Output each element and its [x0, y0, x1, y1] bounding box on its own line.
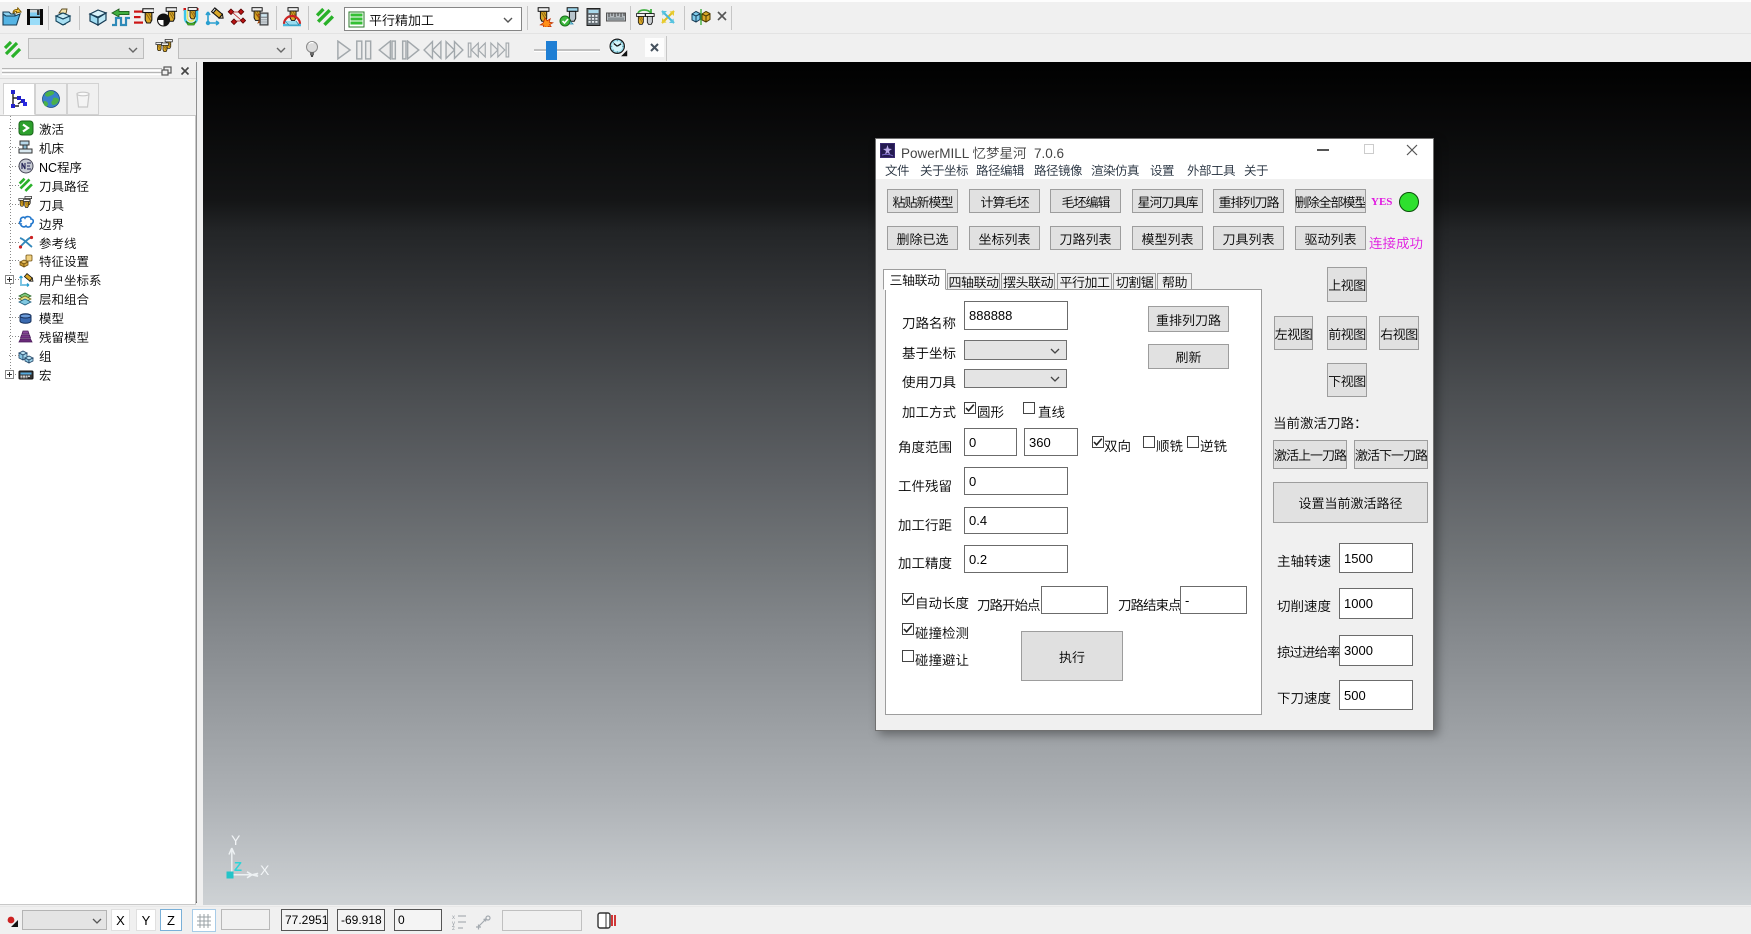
svg-text:X: X	[260, 862, 270, 878]
svg-text:z: z	[452, 926, 455, 930]
svg-text:Y: Y	[231, 832, 241, 848]
svg-text:Z: Z	[234, 859, 242, 874]
